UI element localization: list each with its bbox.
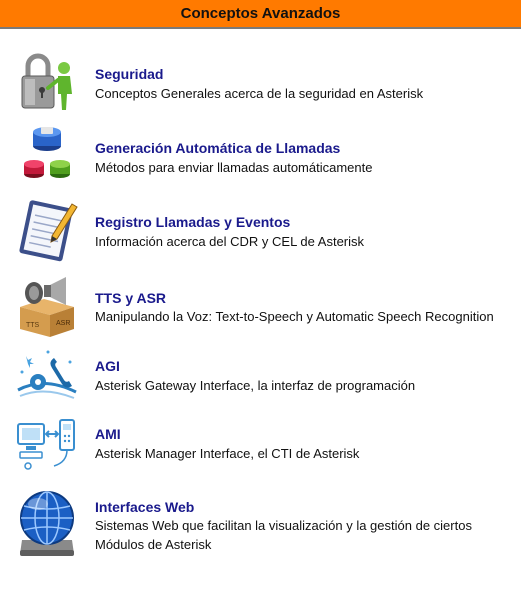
item-title[interactable]: AGI bbox=[95, 358, 120, 374]
item-description: Métodos para enviar llamadas automáticam… bbox=[95, 160, 373, 175]
padlock-person-icon bbox=[14, 50, 80, 116]
item-title[interactable]: Registro Llamadas y Eventos bbox=[95, 214, 290, 230]
item-description: Información acerca del CDR y CEL de Aste… bbox=[95, 234, 365, 249]
svg-text:ASR: ASR bbox=[56, 320, 70, 327]
page-header: Conceptos Avanzados bbox=[0, 0, 521, 29]
phone-icon bbox=[14, 342, 80, 408]
item-title[interactable]: Generación Automática de Llamadas bbox=[95, 140, 340, 156]
speakers-box-icon: TTS ASR bbox=[14, 273, 80, 339]
item-description: Asterisk Manager Interface, el CTI de As… bbox=[95, 446, 360, 461]
item-description: Sistemas Web que facilitan la visualizac… bbox=[95, 518, 472, 552]
item-title[interactable]: Seguridad bbox=[95, 66, 163, 82]
computer-phone-icon bbox=[14, 410, 80, 476]
item-title[interactable]: TTS y ASR bbox=[95, 290, 166, 306]
colored-buttons-icon bbox=[14, 124, 80, 190]
page-title: Conceptos Avanzados bbox=[180, 5, 341, 22]
item-description: Conceptos Generales acerca de la segurid… bbox=[95, 86, 424, 101]
item-description: Manipulando la Voz: Text-to-Speech y Aut… bbox=[95, 309, 494, 324]
item-title[interactable]: AMI bbox=[95, 426, 121, 442]
globe-drive-icon bbox=[14, 488, 80, 560]
svg-text:TTS: TTS bbox=[26, 322, 40, 329]
item-title[interactable]: Interfaces Web bbox=[95, 499, 194, 515]
item-description: Asterisk Gateway Interface, la interfaz … bbox=[95, 378, 416, 393]
notepad-pencil-icon bbox=[14, 198, 80, 264]
